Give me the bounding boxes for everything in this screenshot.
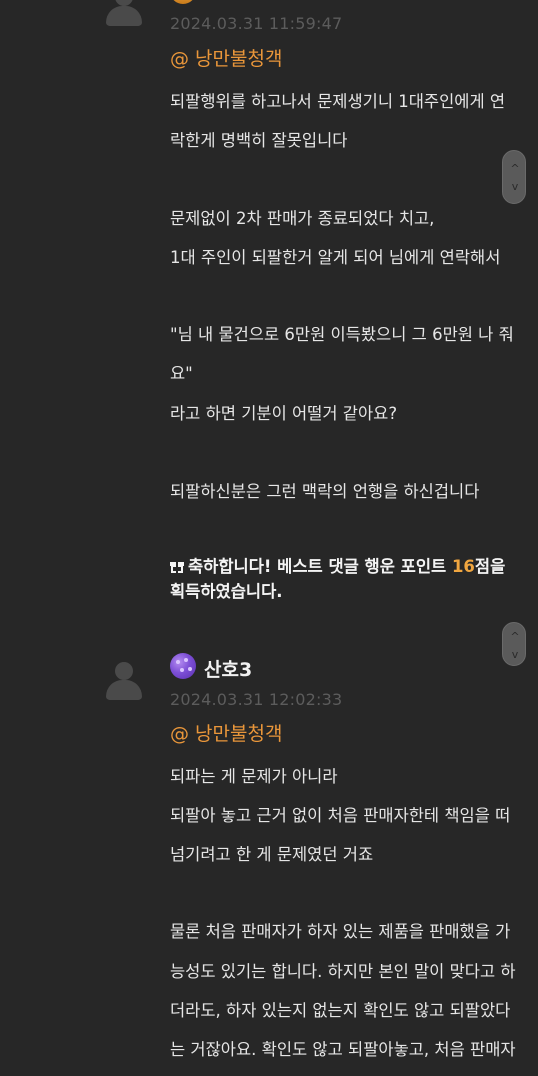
comment-list: 2024.03.31 11:59:47 @ 낭만불청객 되팔행위를 하고나서 문… [0, 0, 538, 1076]
notice-points: 16 [451, 557, 475, 576]
scroll-down-icon: v [511, 180, 519, 193]
comment-text-line: 되팔아 놓고 근거 없이 처음 판매자한테 책임을 떠 [170, 806, 511, 825]
best-comment-notice: 축하합니다! 베스트 댓글 행운 포인트 16점을 [170, 553, 505, 577]
scroll-up-icon: ^ [510, 162, 520, 175]
username[interactable]: 산호3 [204, 655, 252, 682]
scroll-down-icon: v [511, 648, 519, 661]
comment-date: 2024.03.31 11:59:47 [170, 14, 343, 33]
comment-text-line: 라고 하면 기분이 어떨거 같아요? [170, 404, 398, 423]
notice-text: 축하합니다! 베스트 댓글 행운 포인트 [188, 557, 452, 576]
comment-text-line: 물론 처음 판매자가 하자 있는 제품을 판매했을 가 [170, 922, 511, 941]
comment-text-line: 더라도, 하자 있는지 없는지 확인도 않고 되팔았다 [170, 1001, 511, 1020]
mention-link[interactable]: @ 낭만불청객 [170, 719, 282, 746]
comment-text-line: 요" [170, 364, 193, 383]
level-badge-icon [170, 0, 196, 4]
comment-text-line: 는 거잖아요. 확인도 않고 되팔아놓고, 처음 판매자 [170, 1040, 516, 1059]
level-badge-icon [170, 653, 196, 679]
comment-text-line: 락한게 명백히 잘못입니다 [170, 131, 348, 150]
comment-text-line: 1대 주인이 되팔한거 알게 되어 님에게 연락해서 [170, 248, 501, 267]
notice-suffix: 점을 [474, 557, 506, 576]
user-avatar-icon[interactable] [104, 0, 144, 28]
scroll-button[interactable]: ^ v [502, 150, 526, 204]
mention-link[interactable]: @ 낭만불청객 [170, 44, 282, 71]
best-comment-notice-line2: 획득하였습니다. [170, 582, 283, 601]
comment-text-line: 능성도 있기는 합니다. 하지만 본인 말이 맞다고 하 [170, 962, 516, 981]
comment-date: 2024.03.31 12:02:33 [170, 690, 343, 709]
comment-text-line: 넘기려고 한 게 문제였던 거죠 [170, 845, 374, 864]
comment-text-line: 되팔하신분은 그런 맥락의 언행을 하신겁니다 [170, 482, 480, 501]
scroll-up-icon: ^ [510, 630, 520, 643]
comment-text-line: 문제없이 2차 판매가 종료되었다 치고, [170, 209, 435, 228]
gift-icon [170, 560, 184, 573]
scroll-button[interactable]: ^ v [502, 622, 526, 666]
comment-text-line: 되팔행위를 하고나서 문제생기니 1대주인에게 연 [170, 92, 506, 111]
comment-text-line: 되파는 게 문제가 아니라 [170, 767, 338, 786]
comment-text-line: "님 내 물건으로 6만원 이득봤으니 그 6만원 나 줘 [170, 325, 514, 344]
user-avatar-icon[interactable] [104, 662, 144, 702]
